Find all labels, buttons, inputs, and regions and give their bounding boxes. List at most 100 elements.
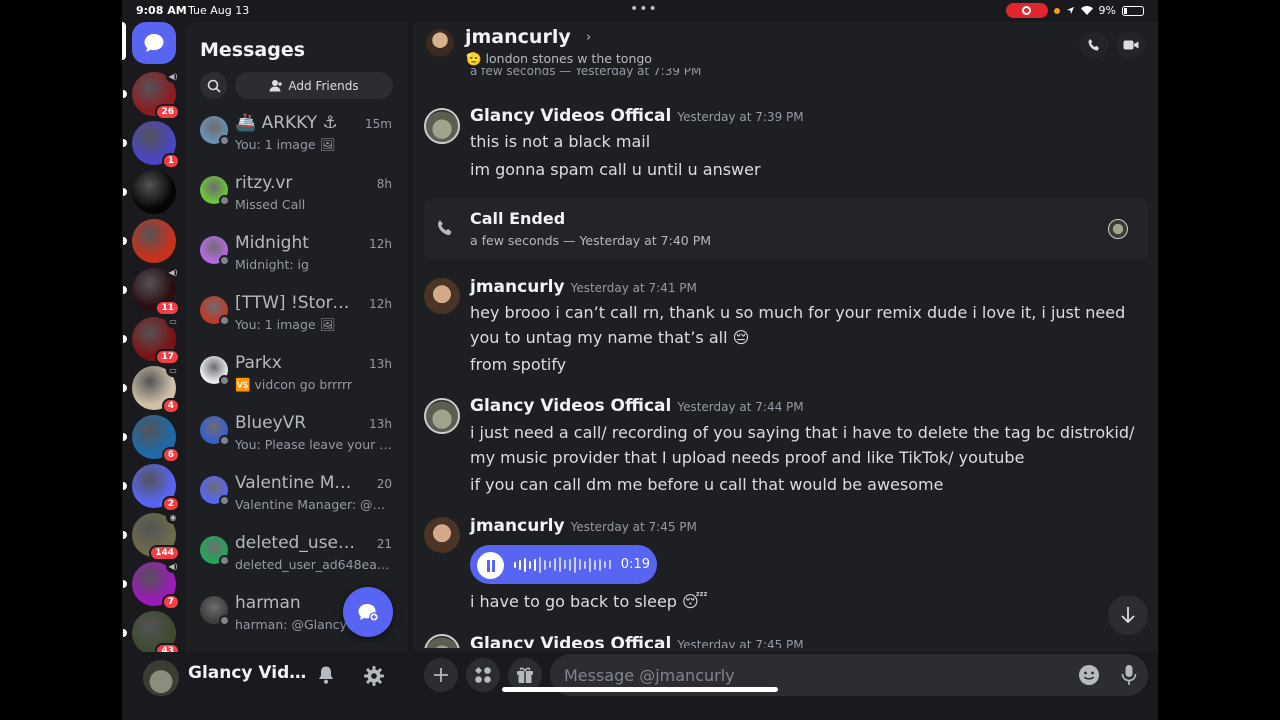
message-text[interactable]: hey brooo i can’t call rn, thank u so mu…	[470, 300, 1150, 350]
server-icon[interactable]: ◀) 26	[123, 69, 180, 120]
dm-list-item[interactable]: Parkx 13h 🆚 vidcon go brrrrr	[186, 346, 408, 406]
user-name[interactable]: Glancy Vide...	[188, 663, 308, 683]
call-participant-avatar	[1108, 219, 1128, 239]
multitask-dots-icon[interactable]: •••	[630, 1, 658, 17]
server-icon[interactable]	[123, 170, 176, 214]
clipped-author-name: Glancy Videos Offical	[470, 634, 672, 648]
status-time: 9:08 AM	[136, 4, 187, 17]
dm-list-item[interactable]: ritzy.vr 8h Missed Call	[186, 166, 408, 226]
author-avatar[interactable]	[424, 278, 460, 314]
add-friends-button[interactable]: Add Friends	[235, 72, 393, 99]
apps-button[interactable]	[466, 658, 500, 692]
notifications-bell-icon[interactable]	[317, 665, 335, 685]
dm-list-item[interactable]: [TTW] !Stormy! 12h You: 1 image 🖼	[186, 286, 408, 346]
voice-message-player[interactable]: 0:19	[470, 545, 657, 584]
presence-dot	[219, 195, 230, 206]
waveform-bar	[559, 557, 561, 572]
pause-button[interactable]	[477, 552, 504, 579]
server-icon[interactable]	[123, 219, 176, 263]
dm-preview: You: 1 image 🖼	[235, 317, 336, 332]
voice-call-button[interactable]	[1079, 32, 1109, 58]
message-text[interactable]: this is not a black mail	[470, 129, 1150, 154]
chevron-right-icon[interactable]: ›	[586, 30, 591, 45]
server-icon[interactable]: 43	[123, 611, 180, 659]
speaker-icon: ◀)	[166, 265, 180, 279]
recipient-avatar[interactable]	[426, 29, 454, 57]
author-avatar[interactable]	[424, 398, 460, 434]
waveform-bar	[534, 558, 536, 571]
waveform-bar	[594, 559, 596, 570]
author-name[interactable]: Glancy Videos Offical	[470, 396, 671, 416]
recipient-name[interactable]: jmancurly	[465, 26, 571, 48]
direct-messages-button[interactable]	[132, 22, 176, 64]
message-text[interactable]: if you can call dm me before u call that…	[470, 472, 1150, 497]
message-text[interactable]: im gonna spam call u until u answer	[470, 157, 1150, 182]
app-frame: 9:08 AM Tue Aug 13 ••• 9% ◀) 26 1 ◀) 11 ▭ 17 ▭ 4…	[122, 0, 1158, 720]
dm-list-item[interactable]: BlueyVR 13h You: Please leave your e...	[186, 406, 408, 466]
unread-pip	[123, 531, 127, 539]
message-timestamp: Yesterday at 7:45 PM	[570, 520, 697, 534]
author-name[interactable]: jmancurly	[470, 516, 565, 536]
unread-pip	[123, 237, 127, 245]
dm-name: harman	[235, 593, 301, 613]
call-ended-card[interactable]: Call Ended a few seconds — Yesterday at …	[424, 199, 1148, 259]
mention-badge: 1	[161, 153, 180, 169]
server-rail: ◀) 26 1 ◀) 11 ▭ 17 ▭ 4 6 2 ◉ 144 ◀) 7 43	[122, 22, 186, 720]
attach-button[interactable]	[424, 658, 458, 692]
author-name[interactable]: jmancurly	[470, 277, 565, 297]
server-icon[interactable]: ▭ 17	[123, 314, 180, 365]
dm-list-item[interactable]: Midnight 12h Midnight: ig	[186, 226, 408, 286]
dm-time: 20	[376, 477, 392, 491]
unread-pip	[123, 482, 127, 490]
home-indicator[interactable]	[502, 687, 778, 692]
jump-to-bottom-button[interactable]	[1108, 595, 1148, 635]
message-author[interactable]: jmancurly Yesterday at 7:45 PM	[470, 516, 697, 536]
dm-preview: You: 1 image 🖼	[235, 137, 336, 152]
server-icon[interactable]: 6	[123, 415, 180, 463]
video-camera-icon	[1123, 40, 1139, 50]
dm-name: 🚢 ARKKY ⚓	[235, 113, 338, 133]
mention-badge: 6	[161, 447, 180, 463]
message-timestamp: Yesterday at 7:39 PM	[677, 110, 804, 124]
settings-gear-icon[interactable]	[363, 665, 385, 687]
waveform-bar	[579, 559, 581, 570]
dm-time: 13h	[369, 357, 392, 371]
presence-dot	[219, 435, 230, 446]
dm-list-item[interactable]: 🚢 ARKKY ⚓ 15m You: 1 image 🖼	[186, 106, 408, 166]
message-author[interactable]: Glancy Videos Offical Yesterday at 7:39 P…	[470, 106, 804, 126]
presence-dot	[219, 615, 230, 626]
author-name[interactable]: Glancy Videos Offical	[470, 106, 671, 126]
dm-list-item[interactable]: Valentine Manager 20 Valentine Manager: @G…	[186, 466, 408, 526]
emoji-icon[interactable]	[1078, 664, 1100, 686]
server-icon[interactable]: ◉ 144	[123, 510, 180, 561]
author-avatar[interactable]	[424, 517, 460, 553]
dm-list-item[interactable]: deleted_user_ad... 21 deleted_user_ad648ea…	[186, 526, 408, 586]
dm-time: 15m	[365, 117, 392, 131]
unread-pip	[123, 580, 127, 588]
dm-time: 13h	[369, 417, 392, 431]
message-text[interactable]: from spotify	[470, 352, 1150, 377]
server-icon[interactable]: ◀) 11	[123, 265, 180, 316]
author-avatar[interactable]	[424, 108, 460, 144]
message-timestamp: Yesterday at 7:44 PM	[677, 400, 804, 414]
user-avatar[interactable]	[143, 660, 179, 696]
video-call-button[interactable]	[1116, 32, 1146, 58]
message-text[interactable]: i just need a call/ recording of you say…	[470, 420, 1150, 470]
server-icon[interactable]: ◀) 7	[123, 559, 180, 610]
server-icon[interactable]: ▭ 4	[123, 363, 180, 414]
message-author[interactable]: Glancy Videos Offical Yesterday at 7:44 P…	[470, 396, 804, 416]
microphone-icon[interactable]	[1120, 664, 1138, 686]
search-button[interactable]	[200, 72, 227, 99]
server-icon[interactable]: 2	[123, 464, 180, 512]
server-icon[interactable]: 1	[123, 121, 180, 169]
unread-pip	[123, 90, 127, 98]
message-composer	[414, 652, 1158, 720]
waveform-bar	[519, 559, 521, 570]
dm-name: BlueyVR	[235, 413, 307, 433]
gift-icon	[517, 667, 533, 683]
waveform[interactable]	[514, 556, 611, 573]
mic-in-use-icon	[1053, 7, 1060, 14]
new-message-button[interactable]	[343, 587, 393, 637]
message-author[interactable]: jmancurly Yesterday at 7:41 PM	[470, 277, 697, 297]
message-text[interactable]: i have to go back to sleep 😴	[470, 589, 1150, 614]
